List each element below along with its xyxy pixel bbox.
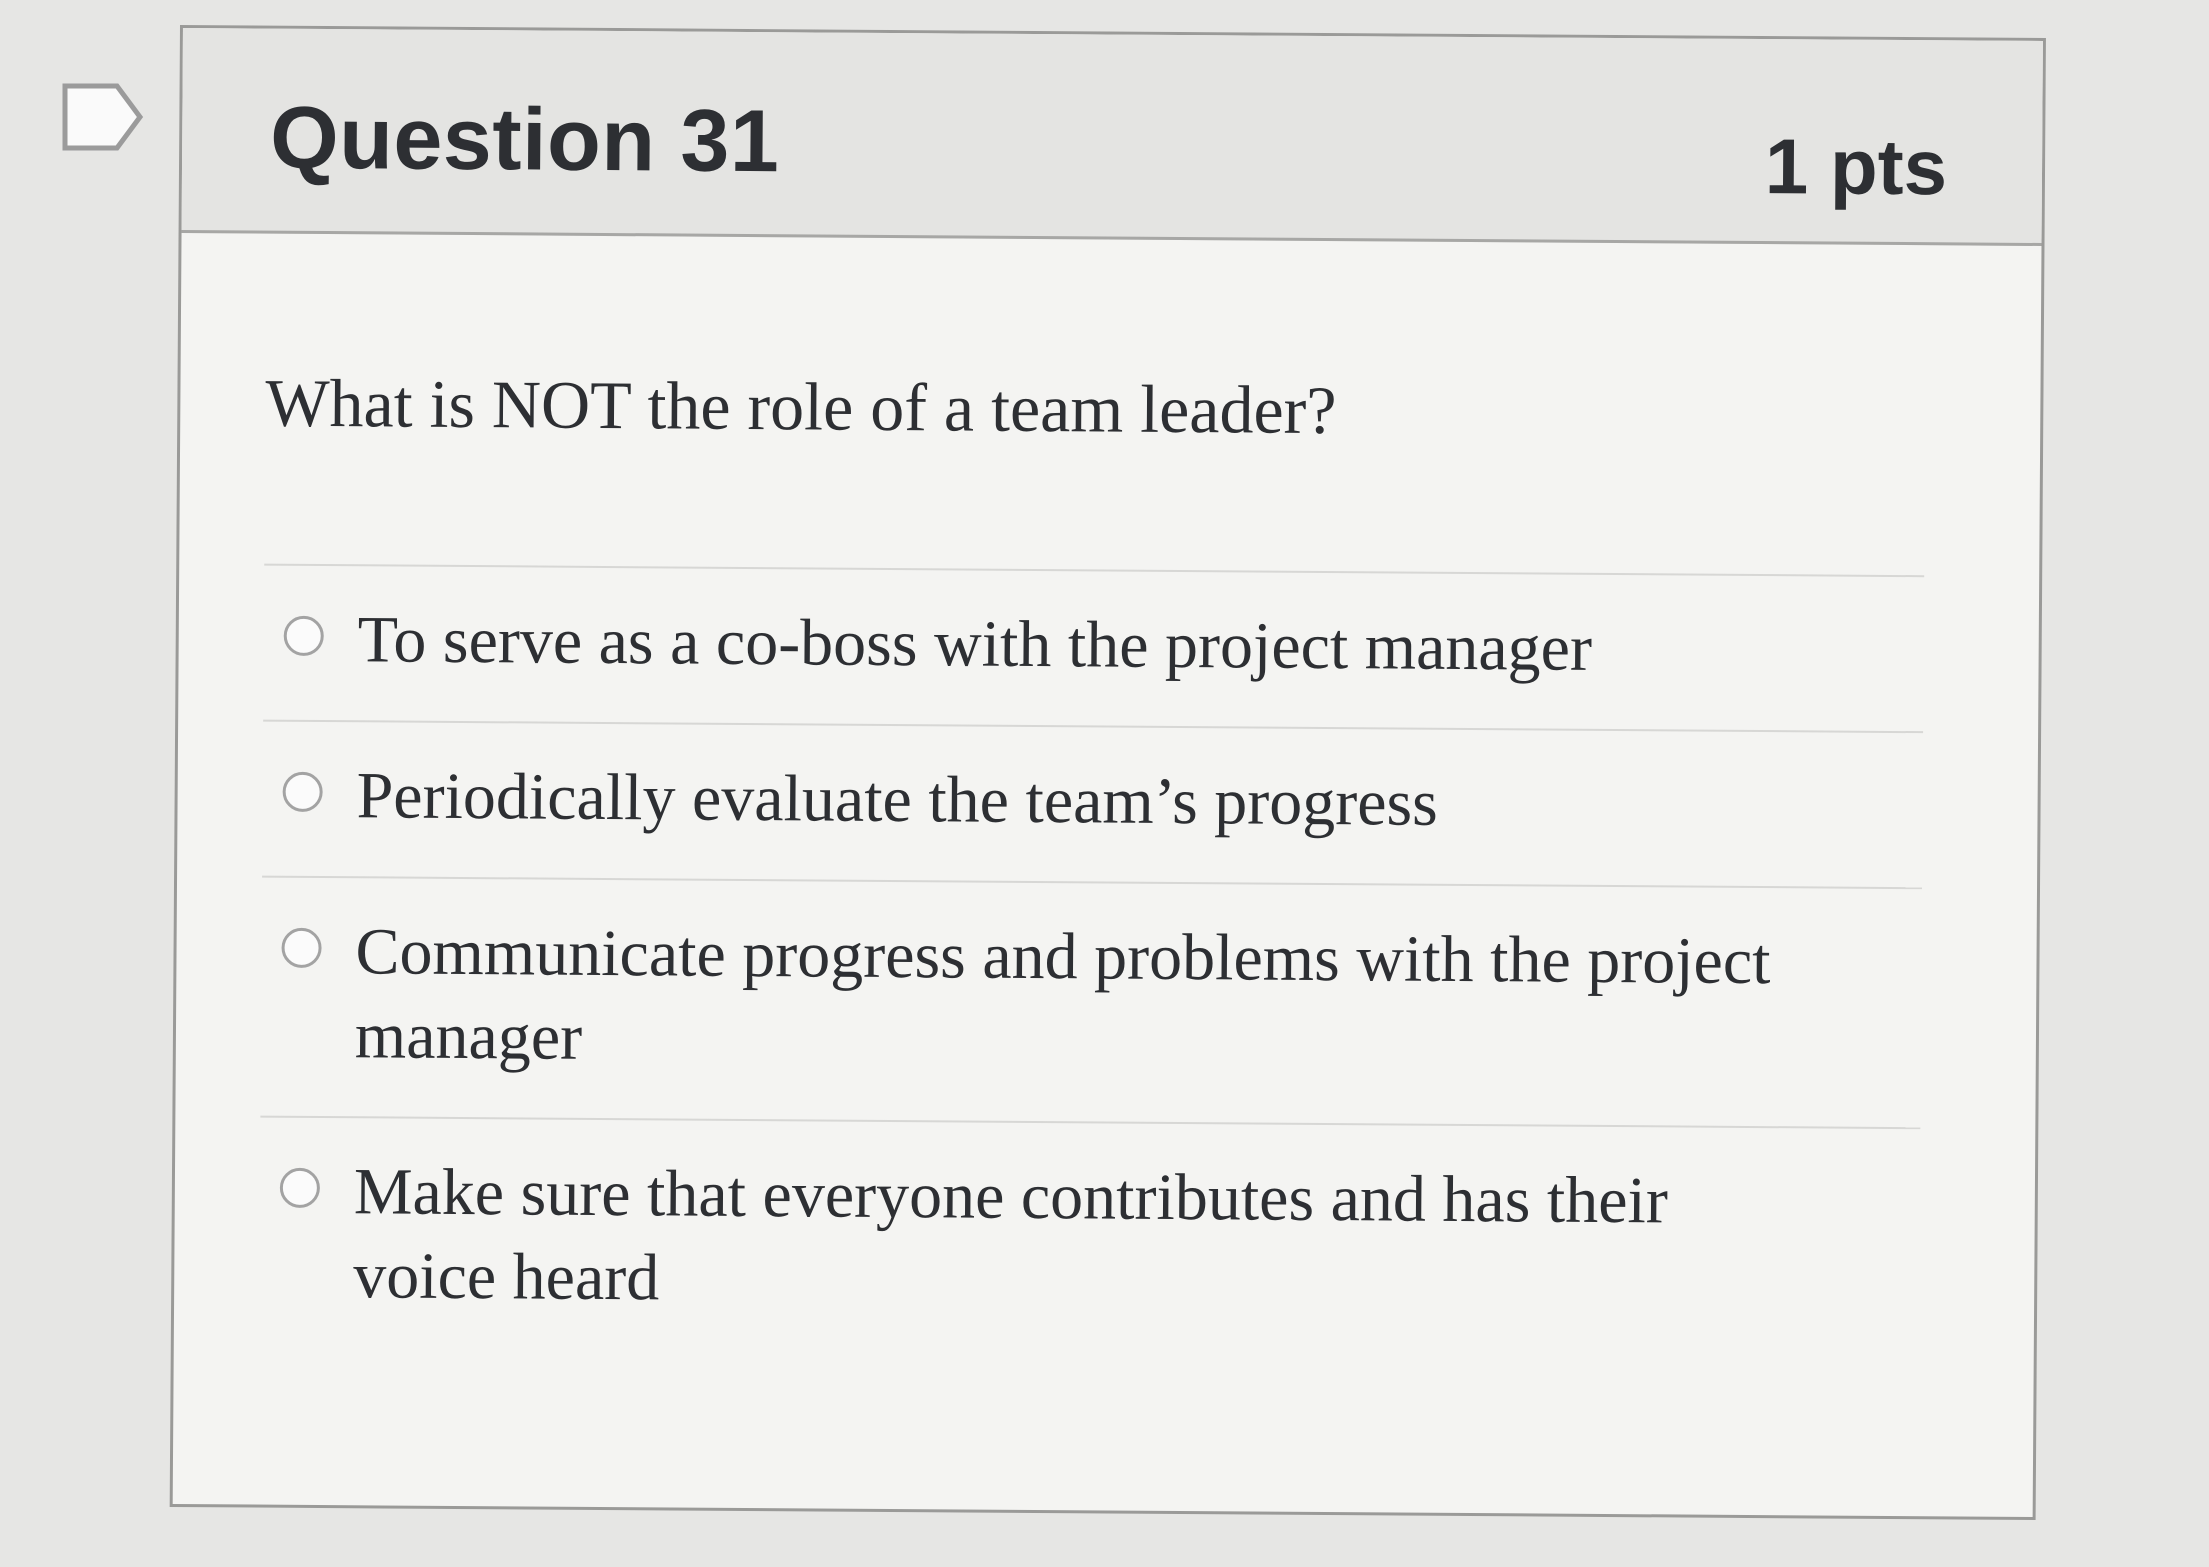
answer-label[interactable]: Make sure that everyone contributes and … (353, 1150, 1784, 1328)
radio-button-icon[interactable] (282, 771, 323, 813)
question-prompt: What is NOT the role of a team leader? (265, 364, 1337, 449)
answer-option[interactable]: Communicate progress and problems with t… (260, 875, 1923, 1128)
flag-icon[interactable] (62, 82, 144, 152)
question-header: Question 31 1 pts (181, 28, 2043, 247)
answer-label[interactable]: Communicate progress and problems with t… (355, 910, 1786, 1088)
question-points: 1 pts (1764, 122, 1948, 212)
answer-option[interactable]: Periodically evaluate the team’s progres… (262, 719, 1924, 888)
radio-button-icon[interactable] (283, 615, 324, 657)
question-card: Question 31 1 pts What is NOT the role o… (169, 25, 2046, 1520)
radio-button-icon[interactable] (279, 1167, 321, 1209)
radio-button-icon[interactable] (281, 927, 322, 969)
question-title: Question 31 (269, 87, 780, 191)
answer-option[interactable]: To serve as a co-boss with the project m… (263, 563, 1925, 732)
answer-label[interactable]: To serve as a co-boss with the project m… (357, 598, 1592, 691)
answer-option[interactable]: Make sure that everyone contributes and … (258, 1115, 1921, 1368)
answer-label[interactable]: Periodically evaluate the team’s progres… (356, 754, 1438, 846)
answer-list: To serve as a co-boss with the project m… (258, 563, 1925, 1368)
